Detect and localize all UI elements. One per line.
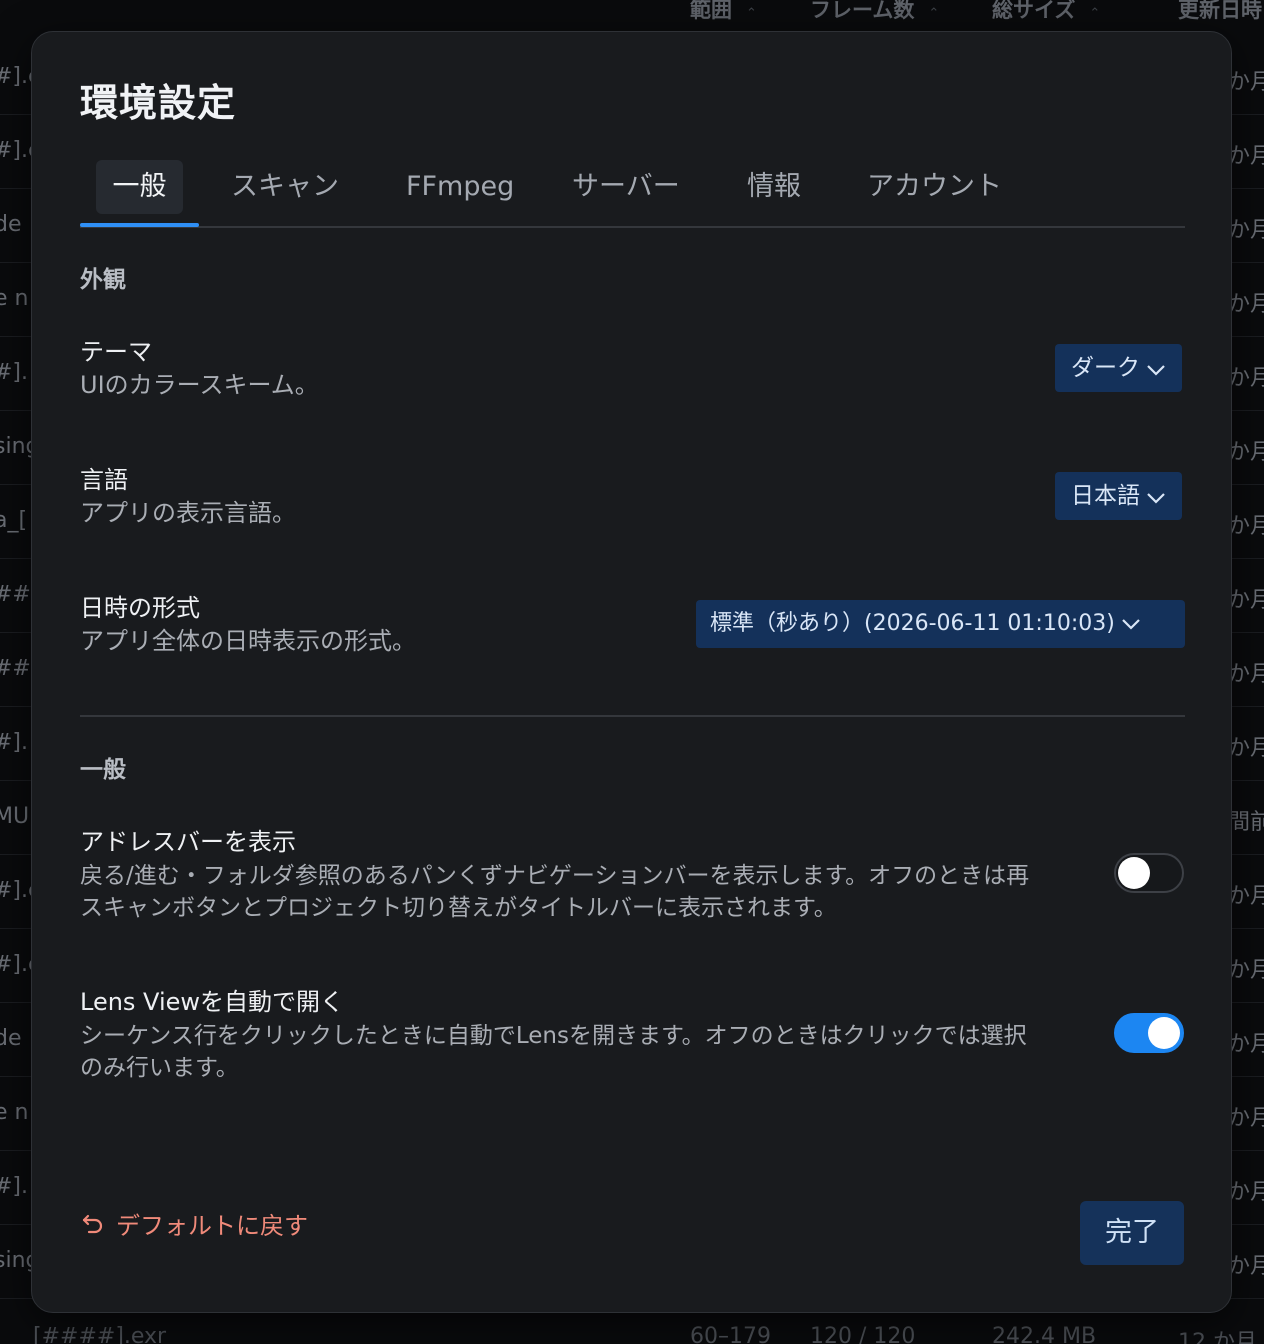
reset-defaults-label: デフォルトに戻す [116,1212,308,1240]
datetime-format-select[interactable]: 標準（秒あり）(2026-06-11 01:10:03) [696,600,1185,648]
section-divider [80,715,1185,717]
section-heading-general: 一般 [80,757,126,783]
address-bar-description-line2: スキャンボタンとプロジェクト切り替えがタイトルバーに表示されます。 [80,895,837,921]
background-row-updated: か月 [1228,736,1264,761]
tab-info[interactable]: 情報 [731,160,817,214]
lens-view-description: シーケンス行をクリックしたときに自動でLensを開きます。オフのときはクリックで… [80,1020,1090,1084]
background-row-updated: か月 [1228,514,1264,539]
column-header-size[interactable]: 総サイズ ⌃ [992,0,1100,24]
background-row-updated: か月 [1228,588,1264,613]
background-row-name: de [0,1026,22,1051]
preferences-dialog: 環境設定 一般 スキャン FFmpeg サーバー 情報 アカウント 外観 テーマ… [31,31,1232,1313]
bottom-row-range: 60–179 [690,1324,771,1344]
background-table-header: 範囲 ⌃ フレーム数 ⌃ 総サイズ ⌃ 更新日時 [0,0,1264,22]
theme-select[interactable]: ダーク [1055,344,1182,392]
toggle-knob [1118,857,1150,889]
theme-select-value: ダーク [1071,355,1140,381]
background-row-updated: か月 [1228,144,1264,169]
theme-description: UIのカラースキーム。 [80,371,319,399]
lens-view-description-line2: のみ行います。 [80,1055,239,1081]
address-bar-label: アドレスバーを表示 [80,828,296,856]
tab-server[interactable]: サーバー [556,160,696,214]
reset-defaults-button[interactable]: デフォルトに戻す [80,1206,308,1241]
section-heading-appearance: 外観 [80,267,126,293]
undo-icon [82,1214,103,1233]
bottom-row-frames: 120 / 120 [810,1324,916,1344]
datetime-format-label: 日時の形式 [80,594,200,622]
background-row-updated: か月 [1228,1180,1264,1205]
background-row-updated: か月 [1228,662,1264,687]
datetime-format-select-value: 標準（秒あり）(2026-06-11 01:10:03) [710,611,1115,636]
bottom-row-updated: 12 か月 [1178,1330,1257,1344]
lens-view-label: Lens Viewを自動で開く [80,988,345,1016]
done-button[interactable]: 完了 [1080,1201,1184,1265]
tab-scan[interactable]: スキャン [215,160,355,214]
chevron-down-icon [1121,600,1141,648]
background-row-name: e n [0,1100,29,1125]
language-select-value: 日本語 [1071,483,1140,509]
bottom-row-name: _[####].exr [22,1324,167,1344]
background-row-updated: か月 [1228,218,1264,243]
background-row-updated: か月 [1228,958,1264,983]
background-row-updated: か月 [1228,1106,1264,1131]
background-row-updated: か月 [1228,70,1264,95]
column-header-frames[interactable]: フレーム数 ⌃ [810,0,939,24]
chevron-down-icon [1146,345,1166,393]
settings-tab-bar: 一般 スキャン FFmpeg サーバー 情報 アカウント [80,158,1185,228]
background-row-updated: か月 [1228,366,1264,391]
background-row-name: #]. [0,360,29,385]
background-row-name: a_[ [0,508,28,533]
theme-label: テーマ [80,338,152,366]
background-row-name: #]. [0,1174,29,1199]
language-select[interactable]: 日本語 [1055,472,1182,520]
datetime-format-description: アプリ全体の日時表示の形式。 [80,627,416,655]
tab-general[interactable]: 一般 [96,160,183,214]
background-row-updated: か月 [1228,1254,1264,1279]
background-row-updated: か月 [1228,884,1264,909]
background-row-updated: か月 [1228,1032,1264,1057]
active-tab-indicator [80,223,199,227]
language-description: アプリの表示言語。 [80,499,296,527]
address-bar-description-line1: 戻る/進む・フォルダ参照のあるパンくずナビゲーションバーを表示します。オフのとき… [80,863,1030,889]
column-header-range[interactable]: 範囲 ⌃ [690,0,757,24]
background-row-name: e n [0,286,29,311]
chevron-down-icon [1146,473,1166,521]
column-header-updated[interactable]: 更新日時 [1178,0,1262,24]
tab-ffmpeg[interactable]: FFmpeg [390,160,530,214]
lens-view-description-line1: シーケンス行をクリックしたときに自動でLensを開きます。オフのときはクリックで… [80,1023,1027,1049]
background-row-updated: か月 [1228,292,1264,317]
lens-view-toggle[interactable] [1114,1013,1184,1053]
background-row-updated: 間前 [1228,810,1264,835]
background-row-name: de [0,212,22,237]
toggle-knob [1148,1017,1180,1049]
address-bar-description: 戻る/進む・フォルダ参照のあるパンくずナビゲーションバーを表示します。オフのとき… [80,860,1090,924]
background-row-updated: か月 [1228,440,1264,465]
dialog-title: 環境設定 [80,81,237,125]
language-label: 言語 [80,466,128,494]
background-row-name: #]. [0,730,29,755]
bottom-row-size: 242.4 MB [992,1324,1097,1344]
tab-account[interactable]: アカウント [851,160,1018,214]
address-bar-toggle[interactable] [1114,853,1184,893]
